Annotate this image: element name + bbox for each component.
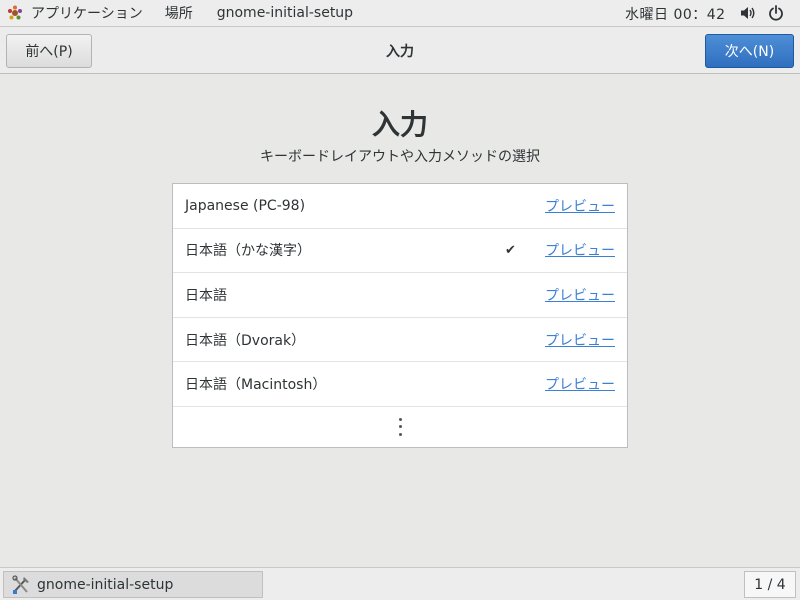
taskbar-window-label: gnome-initial-setup: [37, 576, 174, 593]
header-bar: 前へ(P) 入力 次へ(N): [0, 27, 800, 74]
preview-link[interactable]: プレビュー: [545, 374, 615, 394]
list-item[interactable]: 日本語 プレビュー: [173, 273, 627, 318]
preview-link[interactable]: プレビュー: [545, 196, 615, 216]
layout-name: Japanese (PC-98): [185, 197, 306, 214]
app-menu[interactable]: gnome-initial-setup: [217, 5, 353, 21]
more-layouts-button[interactable]: [173, 407, 627, 447]
list-item[interactable]: 日本語（Macintosh） プレビュー: [173, 362, 627, 407]
preview-link[interactable]: プレビュー: [545, 240, 615, 260]
vertical-ellipsis-icon: [398, 417, 402, 436]
input-layout-list: Japanese (PC-98) プレビュー 日本語（かな漢字） ✔ プレビュー…: [172, 183, 628, 448]
layout-name: 日本語（Macintosh）: [185, 377, 327, 394]
clock[interactable]: 水曜日 00：42: [625, 4, 726, 24]
bottom-taskbar: gnome-initial-setup 1 / 4: [0, 567, 800, 600]
taskbar-window-button[interactable]: gnome-initial-setup: [3, 571, 263, 598]
places-menu[interactable]: 場所: [165, 3, 193, 23]
header-title: 入力: [386, 44, 414, 60]
speaker-icon[interactable]: [740, 5, 756, 21]
list-item[interactable]: 日本語（かな漢字） ✔ プレビュー: [173, 229, 627, 274]
top-bar: アプリケーション 場所 gnome-initial-setup 水曜日 00：4…: [0, 0, 800, 27]
layout-name: 日本語: [185, 287, 227, 304]
applications-label: アプリケーション: [31, 6, 143, 22]
next-button[interactable]: 次へ(N): [705, 34, 794, 68]
preview-link[interactable]: プレビュー: [545, 330, 615, 350]
layout-name: 日本語（Dvorak）: [185, 332, 306, 349]
power-icon[interactable]: [768, 5, 784, 21]
workspace-indicator[interactable]: 1 / 4: [744, 571, 796, 598]
layout-name: 日本語（かな漢字）: [185, 243, 311, 260]
list-item[interactable]: Japanese (PC-98) プレビュー: [173, 184, 627, 229]
list-item[interactable]: 日本語（Dvorak） プレビュー: [173, 318, 627, 363]
preview-link[interactable]: プレビュー: [545, 285, 615, 305]
gnome-foot-icon: [8, 5, 22, 20]
page-subtitle: キーボードレイアウトや入力メソッドの選択: [260, 149, 540, 165]
applications-menu[interactable]: アプリケーション: [7, 0, 143, 27]
page-title: 入力: [371, 108, 428, 141]
check-icon: ✔: [505, 242, 516, 258]
setup-tools-icon: [12, 574, 29, 594]
